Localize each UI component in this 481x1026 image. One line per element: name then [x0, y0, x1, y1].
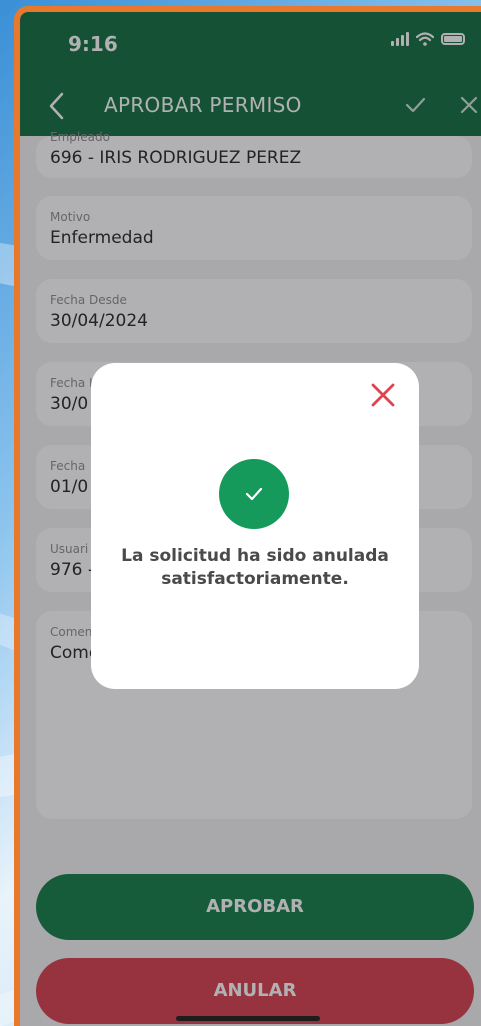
success-dialog: La solicitud ha sido anulada satisfactor… — [91, 363, 419, 689]
home-indicator — [176, 1016, 320, 1021]
close-icon[interactable] — [369, 381, 397, 409]
check-icon — [245, 487, 263, 501]
dialog-message: La solicitud ha sido anulada satisfactor… — [121, 546, 389, 589]
phone-screen: 9:16 APROBAR PERMISO Empleado 696 - IRIS… — [14, 6, 481, 1026]
check-circle-icon — [219, 459, 289, 529]
